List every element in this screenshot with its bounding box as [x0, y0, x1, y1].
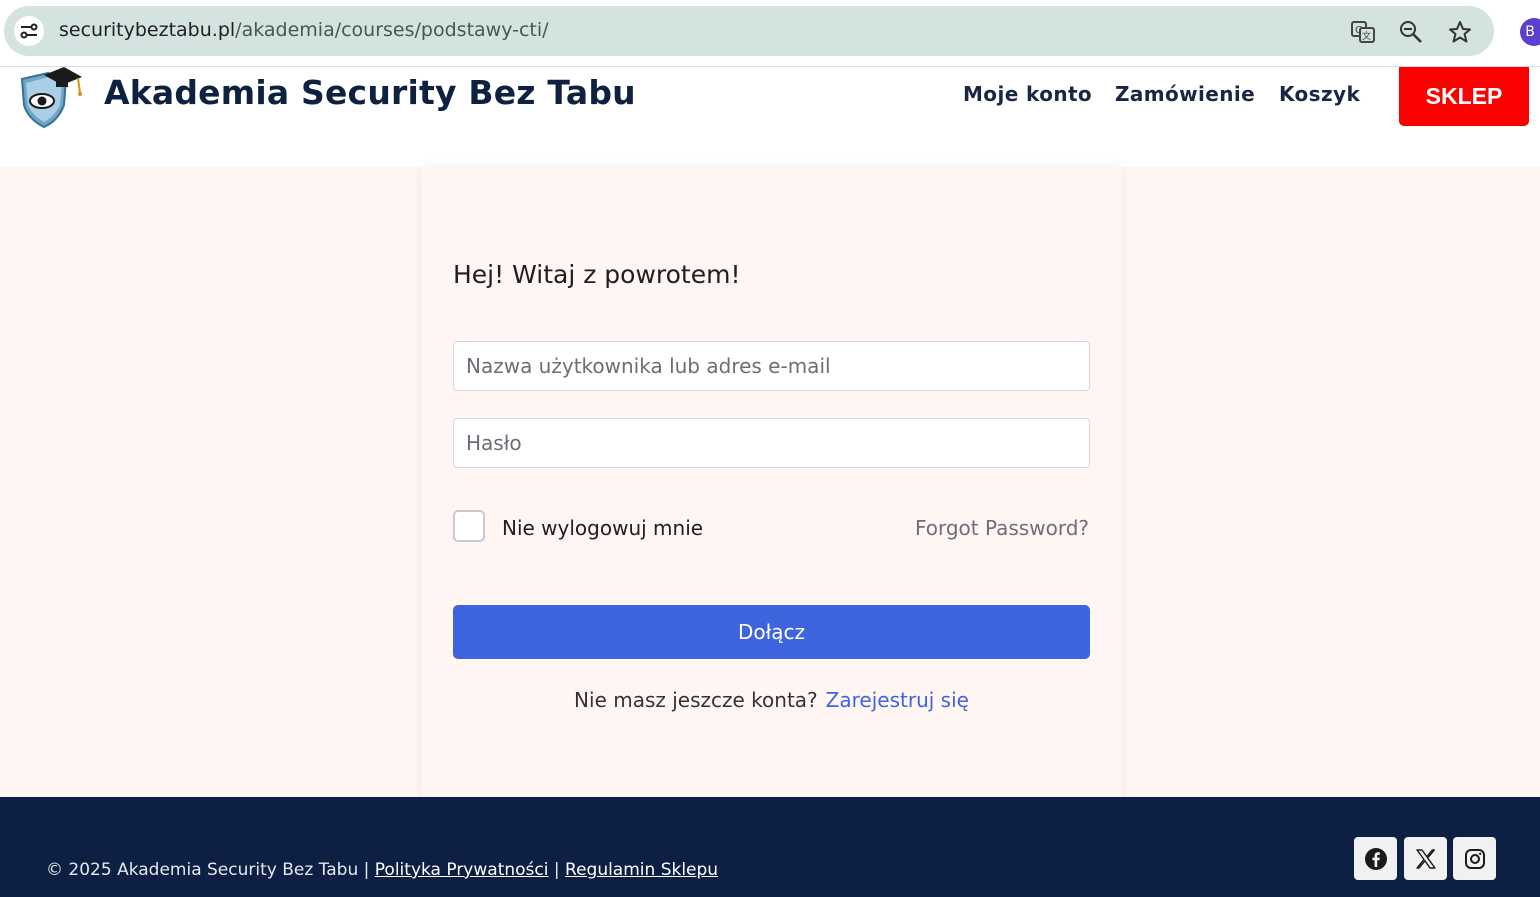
login-heading: Hej! Witaj z powrotem!: [453, 260, 741, 289]
site-info-icon[interactable]: [14, 16, 44, 46]
svg-text:文: 文: [1362, 30, 1371, 42]
academy-logo[interactable]: [18, 67, 84, 129]
no-account-text: Nie masz jeszcze konta?: [574, 688, 818, 712]
site-footer: © 2025 Akademia Security Bez Tabu | Poli…: [0, 797, 1540, 897]
url-domain: securitybeztabu.pl: [59, 19, 236, 41]
bookmark-star-icon[interactable]: [1447, 19, 1473, 45]
site-brand[interactable]: Akademia Security Bez Tabu: [104, 73, 636, 112]
browser-toolbar: securitybeztabu.pl/akademia/courses/pods…: [0, 0, 1540, 66]
instagram-icon[interactable]: [1453, 837, 1496, 880]
site-header: Akademia Security Bez Tabu Moje konto Za…: [0, 67, 1540, 167]
main-content: Hej! Witaj z powrotem! Nie wylogowuj mni…: [0, 167, 1540, 797]
shop-terms-link[interactable]: Regulamin Sklepu: [565, 860, 718, 880]
zoom-icon[interactable]: [1398, 19, 1424, 45]
remember-me-label[interactable]: Nie wylogowuj mnie: [502, 516, 703, 540]
login-submit-button[interactable]: Dołącz: [453, 605, 1090, 659]
login-card: Hej! Witaj z powrotem! Nie wylogowuj mni…: [421, 167, 1122, 797]
translate-icon[interactable]: G 文: [1350, 19, 1376, 45]
remember-me-checkbox[interactable]: [453, 510, 485, 542]
nav-my-account[interactable]: Moje konto: [963, 82, 1092, 106]
footer-separator: |: [553, 860, 560, 880]
copyright-text: © 2025 Akademia Security Bez Tabu |: [46, 860, 370, 880]
facebook-icon[interactable]: [1354, 837, 1397, 880]
register-link[interactable]: Zarejestruj się: [826, 688, 969, 712]
url-text[interactable]: securitybeztabu.pl/akademia/courses/pods…: [59, 19, 549, 41]
x-icon[interactable]: [1404, 837, 1447, 880]
url-path: /akademia/courses/podstawy-cti/: [235, 19, 549, 41]
register-row: Nie masz jeszcze konta? Zarejestruj się: [421, 688, 1122, 712]
forgot-password-link[interactable]: Forgot Password?: [915, 516, 1089, 540]
footer-copyright: © 2025 Akademia Security Bez Tabu | Poli…: [46, 860, 718, 880]
address-bar[interactable]: securitybeztabu.pl/akademia/courses/pods…: [4, 6, 1494, 56]
profile-initial: B: [1525, 24, 1535, 40]
nav-cart[interactable]: Koszyk: [1279, 82, 1360, 106]
shop-button[interactable]: SKLEP: [1399, 67, 1529, 126]
nav-order[interactable]: Zamówienie: [1115, 82, 1255, 106]
password-input[interactable]: [453, 418, 1090, 468]
privacy-policy-link[interactable]: Polityka Prywatności: [375, 860, 549, 880]
profile-avatar[interactable]: B: [1520, 18, 1540, 46]
username-input[interactable]: [453, 341, 1090, 391]
